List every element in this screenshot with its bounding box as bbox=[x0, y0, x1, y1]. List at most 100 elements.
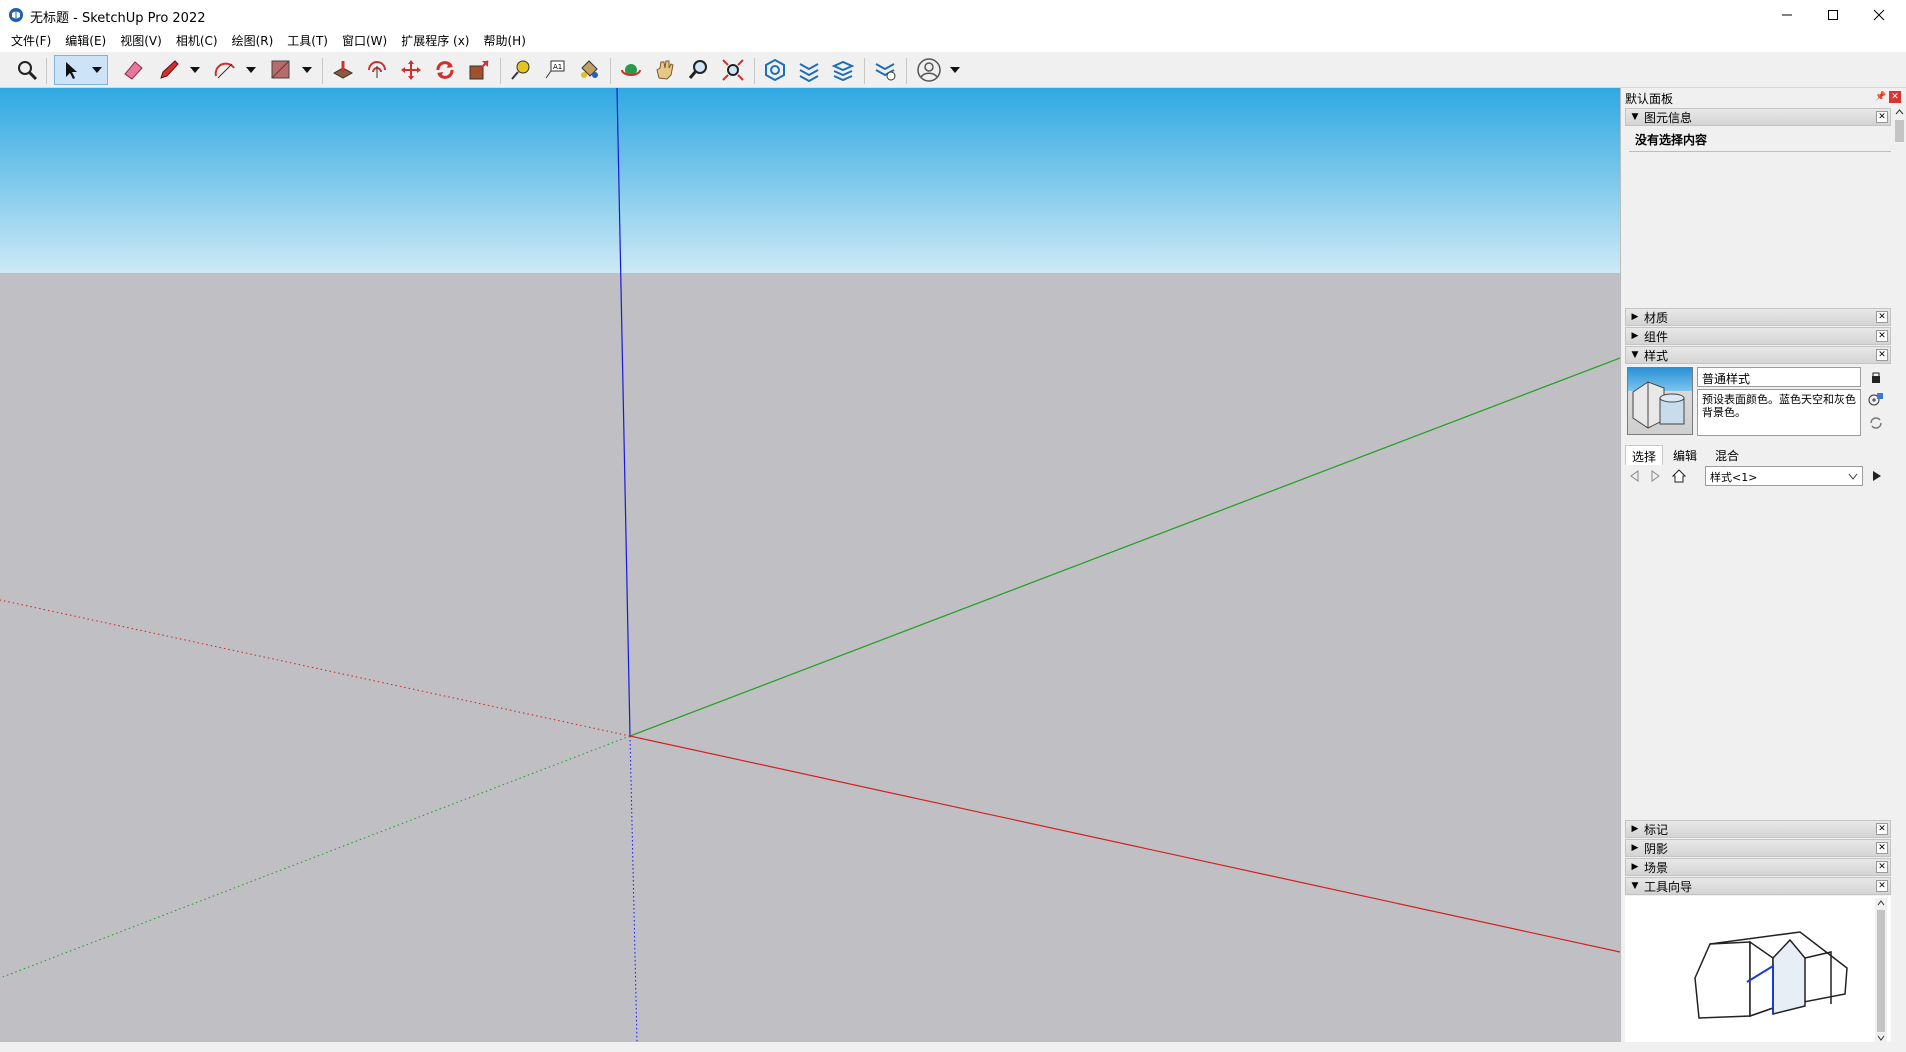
eraser-button[interactable] bbox=[118, 55, 148, 85]
tray-scrollbar[interactable] bbox=[1893, 106, 1906, 1042]
panel-close-button[interactable]: ✕ bbox=[1876, 823, 1888, 835]
back-arrow-icon[interactable] bbox=[1627, 468, 1643, 484]
panel-components-header[interactable]: ▶ 组件 ✕ bbox=[1625, 327, 1891, 345]
panel-close-button[interactable]: ✕ bbox=[1876, 111, 1888, 123]
style-name-field[interactable]: 普通样式 bbox=[1697, 367, 1861, 387]
pencil-button[interactable] bbox=[154, 55, 184, 85]
move-button[interactable] bbox=[396, 55, 426, 85]
move-icon bbox=[401, 60, 421, 80]
orbit-button[interactable] bbox=[616, 55, 646, 85]
offset-button[interactable] bbox=[362, 55, 392, 85]
select-tool-button[interactable] bbox=[54, 55, 108, 85]
account-button[interactable] bbox=[914, 55, 944, 85]
panel-entity-info-header[interactable]: ▼ 图元信息 ✕ bbox=[1625, 108, 1891, 126]
scene-canvas[interactable] bbox=[0, 88, 1620, 1042]
panel-tags-header[interactable]: ▶ 标记 ✕ bbox=[1625, 820, 1891, 838]
panel-close-button[interactable]: ✕ bbox=[1876, 861, 1888, 873]
modeling-viewport[interactable] bbox=[0, 88, 1620, 1042]
details-arrow-icon[interactable] bbox=[1869, 468, 1885, 484]
tray-close-button[interactable]: ✕ bbox=[1889, 91, 1901, 103]
arc-icon bbox=[214, 62, 235, 79]
menu-window[interactable]: 窗口(W) bbox=[335, 31, 394, 51]
menu-file[interactable]: 文件(F) bbox=[4, 31, 58, 51]
title-bar: 无标题 - SketchUp Pro 2022 bbox=[0, 0, 1906, 30]
panel-materials-header[interactable]: ▶ 材质 ✕ bbox=[1625, 308, 1891, 326]
divider bbox=[1629, 151, 1891, 152]
push-pull-icon bbox=[332, 61, 354, 79]
zoom-extents-icon bbox=[722, 59, 744, 81]
pin-button[interactable]: 📌 bbox=[1875, 91, 1887, 103]
panel-close-button[interactable]: ✕ bbox=[1876, 842, 1888, 854]
add-style-button[interactable] bbox=[1867, 390, 1885, 408]
text-button[interactable]: A1 bbox=[540, 55, 570, 85]
instructor-scrollbar[interactable] bbox=[1875, 898, 1887, 1042]
extension-warehouse-button[interactable] bbox=[794, 55, 824, 85]
tab-edit[interactable]: 编辑 bbox=[1667, 445, 1703, 465]
extension-manager-icon bbox=[875, 63, 896, 81]
panel-close-button[interactable]: ✕ bbox=[1876, 349, 1888, 361]
menu-camera[interactable]: 相机(C) bbox=[169, 31, 225, 51]
panel-styles-header[interactable]: ▼ 样式 ✕ bbox=[1625, 346, 1891, 364]
zoom-button[interactable] bbox=[684, 55, 714, 85]
forward-arrow-icon[interactable] bbox=[1647, 468, 1663, 484]
menu-view[interactable]: 视图(V) bbox=[113, 31, 169, 51]
style-collection-select[interactable]: 样式<1> bbox=[1705, 466, 1863, 486]
rotate-icon bbox=[436, 61, 454, 79]
3d-warehouse-icon bbox=[765, 58, 785, 82]
panel-instructor-header[interactable]: ▼ 工具向导 ✕ bbox=[1625, 877, 1891, 895]
create-style-button[interactable] bbox=[1867, 368, 1885, 386]
panel-close-button[interactable]: ✕ bbox=[1876, 311, 1888, 323]
menu-help[interactable]: 帮助(H) bbox=[476, 31, 532, 51]
pan-icon bbox=[656, 60, 674, 80]
menu-tools[interactable]: 工具(T) bbox=[280, 31, 335, 51]
panel-close-button[interactable]: ✕ bbox=[1876, 880, 1888, 892]
style-preview-icon bbox=[1632, 381, 1685, 429]
svg-text:A1: A1 bbox=[553, 63, 562, 71]
layout-button[interactable] bbox=[828, 55, 858, 85]
expanded-triangle-icon: ▼ bbox=[1631, 881, 1639, 891]
arc-dropdown[interactable] bbox=[244, 55, 258, 85]
pan-button[interactable] bbox=[650, 55, 680, 85]
panel-shadows-header[interactable]: ▶ 阴影 ✕ bbox=[1625, 839, 1891, 857]
menu-extensions[interactable]: 扩展程序 (x) bbox=[394, 31, 476, 51]
push-pull-button[interactable] bbox=[328, 55, 358, 85]
shape-dropdown[interactable] bbox=[300, 55, 314, 85]
tray-title: 默认面板 bbox=[1625, 92, 1674, 106]
close-button[interactable] bbox=[1856, 0, 1902, 30]
account-dropdown[interactable] bbox=[948, 55, 962, 85]
scrollbar-track bbox=[1895, 109, 1904, 142]
panel-close-button[interactable]: ✕ bbox=[1876, 330, 1888, 342]
zoom-extents-button[interactable] bbox=[718, 55, 748, 85]
scale-button[interactable] bbox=[464, 55, 494, 85]
search-tool-button[interactable] bbox=[12, 55, 42, 85]
menu-edit[interactable]: 编辑(E) bbox=[58, 31, 113, 51]
update-style-button[interactable] bbox=[1867, 414, 1885, 432]
chevron-down-icon bbox=[302, 67, 312, 73]
tape-measure-button[interactable] bbox=[506, 55, 536, 85]
default-tray: 默认面板 📌 ✕ ▼ 图元信息 ✕ 没有选择内容 ▶ 材质 ✕ ▶ 组件 ✕ ▼… bbox=[1620, 88, 1906, 1042]
minimize-button[interactable] bbox=[1764, 0, 1810, 30]
shape-icon bbox=[271, 60, 290, 79]
extension-manager-button[interactable] bbox=[870, 55, 900, 85]
ground bbox=[0, 273, 1620, 1042]
expanded-triangle-icon: ▼ bbox=[1631, 350, 1639, 360]
menu-draw[interactable]: 绘图(R) bbox=[225, 31, 281, 51]
3d-warehouse-button[interactable] bbox=[760, 55, 790, 85]
panel-scenes-header[interactable]: ▶ 场景 ✕ bbox=[1625, 858, 1891, 876]
home-icon[interactable] bbox=[1671, 468, 1687, 484]
arc-button[interactable] bbox=[210, 55, 240, 85]
shape-button[interactable] bbox=[266, 55, 296, 85]
rotate-button[interactable] bbox=[430, 55, 460, 85]
maximize-button[interactable] bbox=[1810, 0, 1856, 30]
pin-icon: 📌 bbox=[1875, 92, 1887, 102]
pencil-dropdown[interactable] bbox=[188, 55, 202, 85]
main-toolbar: A1 bbox=[0, 52, 1906, 88]
tab-mix[interactable]: 混合 bbox=[1709, 445, 1745, 465]
style-description-field[interactable]: 预设表面颜色。蓝色天空和灰色背景色。 bbox=[1697, 389, 1861, 436]
paint-bucket-button[interactable] bbox=[574, 55, 604, 85]
menu-bar: 文件(F) 编辑(E) 视图(V) 相机(C) 绘图(R) 工具(T) 窗口(W… bbox=[0, 30, 1906, 52]
extension-warehouse-icon bbox=[799, 63, 819, 82]
scrollbar-track bbox=[1877, 900, 1885, 1041]
tab-select[interactable]: 选择 bbox=[1625, 445, 1664, 465]
account-icon bbox=[917, 58, 941, 82]
